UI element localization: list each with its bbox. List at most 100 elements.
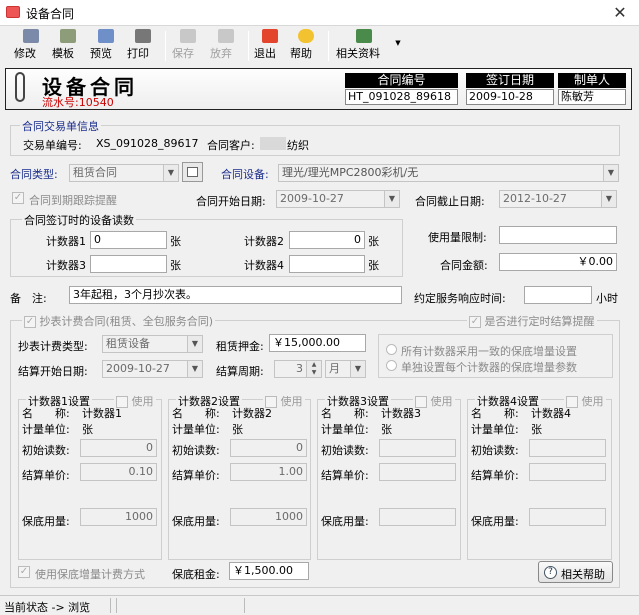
deposit-input[interactable]: ￥15,000.00	[269, 334, 366, 352]
response-time-input[interactable]	[524, 286, 592, 304]
counter3-init-input[interactable]	[379, 439, 456, 457]
help-button[interactable]: 帮助	[290, 29, 322, 63]
deposit-label: 租赁押金:	[216, 340, 264, 353]
timed-settlement-checkbox[interactable]: ✓	[469, 316, 481, 328]
chevron-down-icon: ▼	[187, 361, 202, 377]
window-title: 设备合同	[26, 7, 75, 21]
counter2-use-label: 使用	[280, 395, 303, 408]
customer-redacted	[260, 137, 286, 150]
counter4-price-input[interactable]	[529, 463, 606, 481]
save-button[interactable]: 保存	[172, 29, 204, 63]
sign-date-box: 签订日期 2009-10-28	[466, 73, 554, 107]
contract-device-select[interactable]: 理光/理光MPC2800彩机/无 ▼	[278, 164, 619, 182]
status-bar: 当前状态 -> 浏览	[0, 595, 639, 614]
min-rent-input[interactable]: ￥1,500.00	[229, 562, 309, 580]
counter2-reading-input[interactable]: 0	[289, 231, 365, 249]
edit-button[interactable]: 修改	[14, 29, 48, 63]
related-docs-button[interactable]: 相关资料	[336, 29, 392, 63]
counter2-min-input[interactable]: 1000	[230, 508, 307, 526]
app-icon	[6, 6, 20, 18]
end-date-picker[interactable]: 2012-10-27 ▼	[499, 190, 617, 208]
notes-input[interactable]: 3年起租，3个月抄次表。	[69, 286, 402, 304]
related-help-label: 相关帮助	[561, 568, 605, 581]
contract-type-select[interactable]: 租赁合同 ▼	[69, 164, 179, 182]
preview-icon	[98, 29, 114, 43]
save-label: 保存	[172, 47, 194, 60]
counter1-unit-value: 张	[82, 423, 93, 436]
related-help-button[interactable]: ? 相关帮助	[538, 561, 613, 583]
start-date-picker[interactable]: 2009-10-27 ▼	[276, 190, 400, 208]
counter1-price-input[interactable]: 0.10	[80, 463, 157, 481]
counter4-settings: 计数器4设置 使用 名 称: 计数器4 计量单位: 张 初始读数: 结算单价: …	[467, 393, 612, 560]
edit-icon	[23, 29, 39, 43]
counter2-unit-value: 张	[232, 423, 243, 436]
counter2-reading-label: 计数器2	[244, 235, 284, 248]
settle-start-picker[interactable]: 2009-10-27 ▼	[102, 360, 203, 378]
counter3-reading-label: 计数器3	[46, 259, 86, 272]
help-icon	[298, 29, 314, 43]
contract-device-label: 合同设备:	[221, 168, 269, 181]
counter3-name-label: 名 称:	[321, 407, 369, 420]
counter2-price-input[interactable]: 1.00	[230, 463, 307, 481]
counter1-reading-input[interactable]: 0	[90, 231, 167, 249]
counter2-settings: 计数器2设置 使用 名 称: 计数器2 计量单位: 张 初始读数: 0 结算单价…	[168, 393, 311, 560]
counter3-reading-input[interactable]	[90, 255, 167, 273]
serial-value: 10540	[78, 96, 114, 109]
billing-type-select[interactable]: 租赁设备 ▼	[102, 335, 203, 353]
counter4-price-label: 结算单价:	[471, 469, 519, 482]
toolbar-separator	[328, 31, 329, 61]
close-button[interactable]: ✕	[606, 2, 634, 24]
counter1-name-label: 名 称:	[22, 407, 70, 420]
preview-button[interactable]: 预览	[90, 29, 122, 63]
contract-type-lookup-button[interactable]	[182, 162, 203, 182]
exit-button[interactable]: 退出	[254, 29, 286, 63]
customer-label: 合同客户:	[207, 139, 255, 152]
billing-group-header: ✓ 抄表计费合同(租赁、全包服务合同)	[22, 313, 216, 329]
counter3-price-input[interactable]	[379, 463, 456, 481]
track-expiry-checkbox[interactable]: ✓	[12, 192, 24, 204]
counter3-unit-label: 计量单位:	[321, 423, 369, 436]
status-divider	[244, 598, 245, 613]
usage-limit-input[interactable]	[499, 226, 617, 244]
settle-period-unit-select[interactable]: 月 ▼	[325, 360, 366, 378]
serial-number: 流水号:10540	[42, 94, 114, 110]
billing-checkbox[interactable]: ✓	[24, 316, 36, 328]
template-button[interactable]: 模板	[52, 29, 84, 63]
settle-period-spinner[interactable]: 3 ▲ ▼	[274, 360, 322, 378]
use-min-increment-label: 使用保底增量计费方式	[35, 568, 145, 581]
counter1-init-input[interactable]: 0	[80, 439, 157, 457]
counter4-reading-input[interactable]	[289, 255, 365, 273]
response-time-unit: 小时	[596, 292, 618, 305]
radio-individual[interactable]	[386, 360, 397, 371]
status-divider	[110, 598, 111, 613]
start-date-label: 合同开始日期:	[196, 195, 266, 208]
billing-group-title: 抄表计费合同(租赁、全包服务合同)	[39, 315, 214, 328]
counter4-name-label: 名 称:	[471, 407, 519, 420]
counter4-init-input[interactable]	[529, 439, 606, 457]
documents-icon	[356, 29, 372, 43]
lookup-icon	[187, 167, 198, 177]
counter4-name-value: 计数器4	[531, 407, 571, 420]
counter4-min-input[interactable]	[529, 508, 606, 526]
counter2-init-label: 初始读数:	[172, 444, 220, 457]
radio-individual-label: 单独设置每个计数器的保底增量参数	[401, 361, 577, 374]
template-label: 模板	[52, 47, 74, 60]
counter4-unit: 张	[368, 259, 379, 272]
use-min-increment-checkbox[interactable]: ✓	[18, 566, 30, 578]
print-icon	[135, 29, 151, 43]
trade-info-title: 合同交易单信息	[20, 118, 101, 134]
counter3-min-input[interactable]	[379, 508, 456, 526]
counter2-init-input[interactable]: 0	[230, 439, 307, 457]
contract-amount-input[interactable]: ￥0.00	[499, 253, 617, 271]
counter1-reading-label: 计数器1	[46, 235, 86, 248]
counter1-min-input[interactable]: 1000	[80, 508, 157, 526]
settle-start-value: 2009-10-27	[106, 362, 170, 375]
counter3-use-label: 使用	[430, 395, 453, 408]
print-button[interactable]: 打印	[127, 29, 159, 63]
discard-button[interactable]: 放弃	[210, 29, 242, 63]
counter1-name-value: 计数器1	[82, 407, 122, 420]
order-no-value: XS_091028_89617	[96, 137, 199, 150]
counter1-price-label: 结算单价:	[22, 469, 70, 482]
radio-uniform[interactable]	[386, 344, 397, 355]
contract-header: 设备合同 流水号:10540 合同编号 HT_091028_89618 签订日期…	[5, 68, 632, 110]
